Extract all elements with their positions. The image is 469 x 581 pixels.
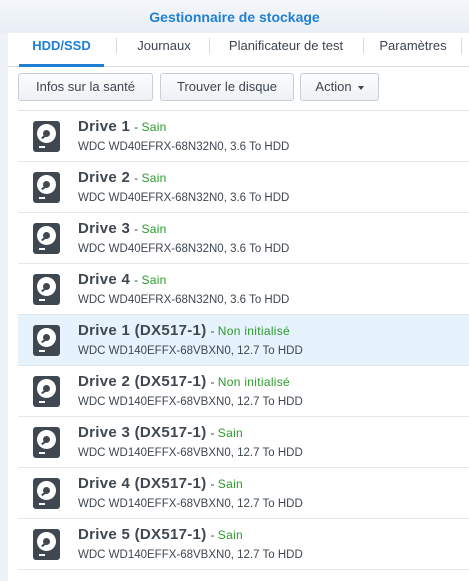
- status-separator: -: [134, 222, 139, 236]
- hard-disk-icon: [33, 121, 60, 152]
- tab-parametres[interactable]: Paramètres: [371, 33, 455, 66]
- hard-disk-icon: [33, 274, 60, 305]
- drive-row[interactable]: Drive 4 (DX517-1) - Sain WDC WD140EFFX-68V…: [18, 468, 469, 519]
- tab-divider: [461, 38, 462, 54]
- drive-description: WDC WD140EFFX-68VBXN0, 12.7 To HDD: [78, 396, 303, 408]
- drive-title: Drive 2 (DX517-1) - Non initialisé: [78, 373, 290, 390]
- drive-status: Sain: [141, 171, 167, 185]
- locate-disk-button[interactable]: Trouver le disque: [160, 73, 294, 101]
- drive-name: Drive 3: [78, 220, 131, 237]
- tab-divider: [209, 38, 210, 54]
- tab-bar: HDD/SSD Journaux Planificateur de test P…: [8, 33, 469, 67]
- status-separator: -: [210, 426, 215, 440]
- drive-status: Sain: [217, 477, 244, 491]
- hard-disk-icon: [33, 529, 60, 560]
- drive-status: Sain: [141, 120, 167, 134]
- drive-title: Drive 3- Sain: [78, 220, 167, 237]
- window-titlebar: Gestionnaire de stockage: [0, 0, 469, 33]
- drive-title: Drive 1 (DX517-1) - Non initialisé: [78, 322, 290, 339]
- drive-row[interactable]: Drive 3 (DX517-1) - Sain WDC WD140EFFX-68V…: [18, 417, 469, 468]
- tab-planificateur[interactable]: Planificateur de test: [215, 33, 357, 66]
- drive-name: Drive 1: [78, 118, 131, 135]
- drive-status: Sain: [141, 273, 167, 287]
- drive-title: Drive 4- Sain: [78, 271, 167, 288]
- tab-journaux[interactable]: Journaux: [124, 33, 204, 66]
- left-gutter: [0, 33, 8, 581]
- drive-name: Drive 4: [78, 271, 131, 288]
- drive-description: WDC WD40EFRX-68N32N0, 3.6 To HDD: [78, 243, 290, 255]
- hard-disk-icon: [33, 427, 60, 458]
- tab-hdd-ssd[interactable]: HDD/SSD: [19, 33, 104, 67]
- status-separator: -: [210, 528, 215, 542]
- drive-list: Drive 1- Sain WDC WD40EFRX-68N32N0, 3.6 T…: [18, 110, 469, 581]
- hard-disk-icon: [33, 223, 60, 254]
- window-title: Gestionnaire de stockage: [149, 9, 320, 25]
- drive-row[interactable]: Drive 2- Sain WDC WD40EFRX-68N32N0, 3.6 T…: [18, 162, 469, 213]
- health-info-button[interactable]: Infos sur la santé: [18, 73, 153, 101]
- drive-description: WDC WD140EFFX-68VBXN0, 12.7 To HDD: [78, 447, 303, 459]
- hard-disk-icon: [33, 478, 60, 509]
- tab-divider: [116, 38, 117, 54]
- drive-description: WDC WD140EFFX-68VBXN0, 12.7 To HDD: [78, 549, 303, 561]
- drive-description: WDC WD140EFFX-68VBXN0, 12.7 To HDD: [78, 345, 303, 357]
- hard-disk-icon: [33, 325, 60, 356]
- status-separator: -: [210, 477, 215, 491]
- drive-status: Sain: [217, 426, 244, 440]
- drive-name: Drive 3 (DX517-1): [78, 424, 207, 441]
- drive-row[interactable]: Drive 5 (DX517-1) - Sain WDC WD140EFFX-68V…: [18, 519, 469, 570]
- drive-description: WDC WD40EFRX-68N32N0, 3.6 To HDD: [78, 294, 290, 306]
- drive-title: Drive 3 (DX517-1) - Sain: [78, 424, 243, 441]
- drive-name: Drive 2: [78, 169, 131, 186]
- drive-title: Drive 2- Sain: [78, 169, 167, 186]
- status-separator: -: [210, 324, 215, 338]
- drive-name: Drive 5 (DX517-1): [78, 526, 207, 543]
- drive-title: Drive 4 (DX517-1) - Sain: [78, 475, 243, 492]
- drive-status: Sain: [217, 528, 244, 542]
- status-separator: -: [134, 171, 139, 185]
- drive-row[interactable]: Drive 1- Sain WDC WD40EFRX-68N32N0, 3.6 T…: [18, 111, 469, 162]
- drive-description: WDC WD140EFFX-68VBXN0, 12.7 To HDD: [78, 498, 303, 510]
- drive-name: Drive 4 (DX517-1): [78, 475, 207, 492]
- status-separator: -: [134, 120, 139, 134]
- hard-disk-icon: [33, 376, 60, 407]
- drive-row[interactable]: Drive 4- Sain WDC WD40EFRX-68N32N0, 3.6 T…: [18, 264, 469, 315]
- caret-down-icon: [357, 85, 364, 90]
- drive-description: WDC WD40EFRX-68N32N0, 3.6 To HDD: [78, 192, 290, 204]
- status-separator: -: [210, 375, 215, 389]
- drive-row[interactable]: Drive 3- Sain WDC WD40EFRX-68N32N0, 3.6 T…: [18, 213, 469, 264]
- drive-row-selected[interactable]: Drive 1 (DX517-1) - Non initialisé WDC WD1…: [18, 315, 469, 366]
- drive-status: Non initialisé: [217, 324, 291, 338]
- drive-name: Drive 1 (DX517-1): [78, 322, 207, 339]
- drive-name: Drive 2 (DX517-1): [78, 373, 207, 390]
- drive-description: WDC WD40EFRX-68N32N0, 3.6 To HDD: [78, 141, 290, 153]
- status-separator: -: [134, 273, 139, 287]
- action-button-label: Action: [315, 79, 352, 94]
- drive-title: Drive 1- Sain: [78, 118, 167, 135]
- action-dropdown-button[interactable]: Action: [300, 73, 379, 101]
- drive-title: Drive 5 (DX517-1) - Sain: [78, 526, 243, 543]
- drive-row[interactable]: Drive 2 (DX517-1) - Non initialisé WDC WD1…: [18, 366, 469, 417]
- hard-disk-icon: [33, 172, 60, 203]
- drive-status: Non initialisé: [217, 375, 291, 389]
- drive-status: Sain: [141, 222, 167, 236]
- main-panel: HDD/SSD Journaux Planificateur de test P…: [0, 33, 469, 581]
- tab-divider: [363, 38, 364, 54]
